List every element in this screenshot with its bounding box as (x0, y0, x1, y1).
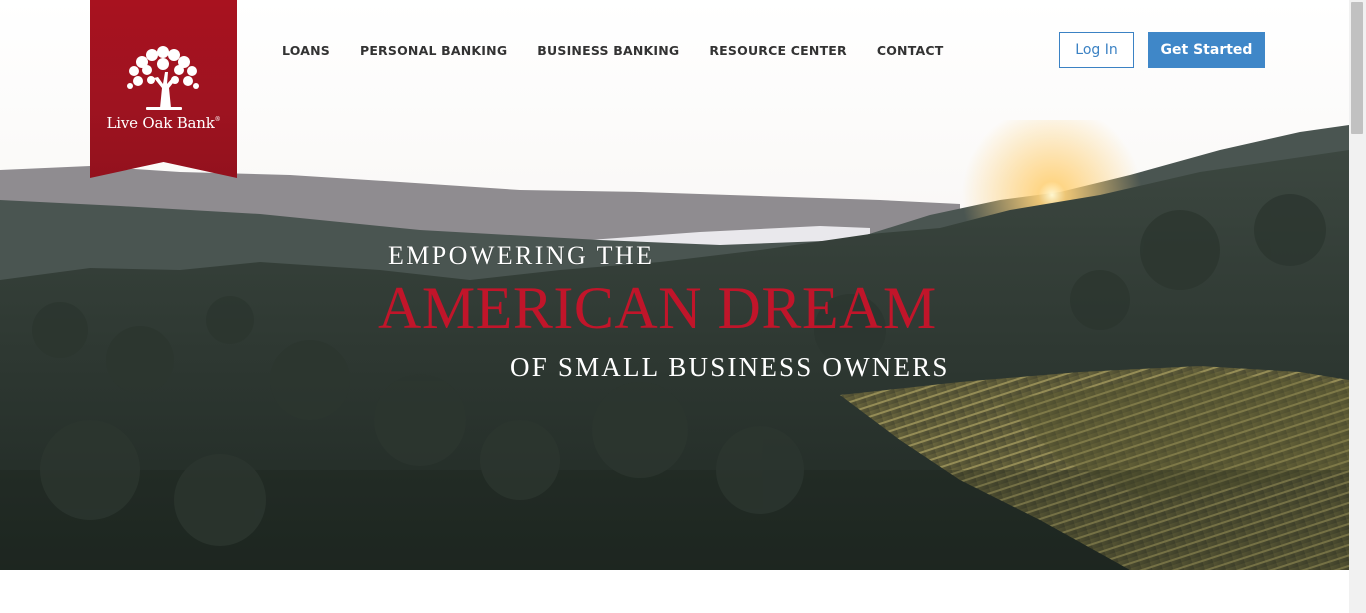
registered-mark: ® (214, 116, 221, 123)
nav-business-banking[interactable]: BUSINESS BANKING (537, 43, 679, 58)
hero-headline-line1: EMPOWERING THE (388, 241, 655, 270)
page: Live Oak Bank® LOANS PERSONAL BANKING BU… (0, 0, 1349, 613)
hero-headline-line3: OF SMALL BUSINESS OWNERS (510, 352, 950, 382)
vertical-scrollbar[interactable] (1349, 0, 1366, 613)
nav-loans[interactable]: LOANS (282, 43, 330, 58)
nav-personal-banking[interactable]: PERSONAL BANKING (360, 43, 507, 58)
nav-contact[interactable]: CONTACT (877, 43, 944, 58)
login-button[interactable]: Log In (1059, 32, 1134, 68)
logo-wordmark: Live Oak Bank® (90, 114, 237, 132)
logo-name: Live Oak Bank (106, 114, 215, 132)
live-oak-bank-logo[interactable]: Live Oak Bank® (90, 0, 237, 178)
nav-resource-center[interactable]: RESOURCE CENTER (709, 43, 847, 58)
hero-headline-line2: AMERICAN DREAM (378, 275, 937, 341)
get-started-button[interactable]: Get Started (1148, 32, 1265, 68)
oak-tree-icon (127, 46, 199, 110)
main-nav: LOANS PERSONAL BANKING BUSINESS BANKING … (282, 43, 943, 58)
scrollbar-thumb[interactable] (1351, 2, 1363, 134)
